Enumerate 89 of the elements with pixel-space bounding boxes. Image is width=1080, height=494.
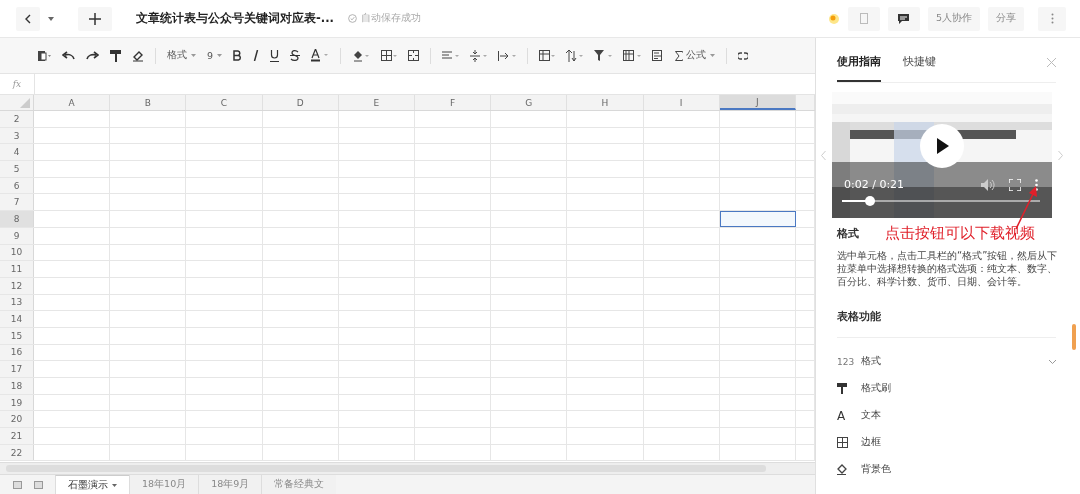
check-circle-icon [347, 14, 357, 23]
caret-icon [191, 54, 196, 57]
column-header[interactable]: E [338, 95, 415, 110]
more-icon[interactable] [1035, 178, 1038, 191]
panel-tab[interactable]: 使用指南 [837, 42, 881, 82]
column-header[interactable]: I [643, 95, 720, 110]
row-header[interactable]: 7 [0, 194, 34, 211]
save-status: 自动保存成功 [360, 12, 421, 25]
section-title: 格式 [837, 226, 859, 241]
font-color-icon[interactable] [311, 49, 330, 62]
freeze-icon[interactable] [623, 50, 642, 61]
sort-icon[interactable] [566, 49, 584, 62]
feature-item[interactable]: 格式刷 [837, 375, 1056, 402]
comment-icon[interactable] [887, 6, 920, 31]
undo-icon[interactable] [62, 51, 75, 60]
number-format-icon: 123 [837, 356, 855, 367]
features-title: 表格功能 [837, 310, 882, 324]
caret-icon [710, 54, 716, 57]
column-header[interactable]: B [110, 95, 187, 110]
text-wrap-icon[interactable] [498, 50, 517, 61]
caret-icon [112, 483, 117, 487]
video-progress-handle[interactable] [864, 196, 875, 206]
row-header[interactable]: 4 [0, 144, 34, 161]
format-dropdown[interactable]: 格式 [167, 49, 196, 62]
sheet-add-icon[interactable] [34, 480, 43, 489]
document-title: 文章统计表与公众号关键词对应表-... [136, 11, 334, 26]
column-header[interactable]: A [34, 95, 111, 110]
fullscreen-icon[interactable] [1009, 178, 1021, 191]
table-icon[interactable] [539, 50, 556, 61]
vertical-scrollbar[interactable] [1072, 324, 1076, 350]
column-header[interactable]: G [491, 95, 568, 110]
caret-icon[interactable] [48, 16, 54, 21]
italic-icon[interactable] [253, 50, 260, 61]
column-header[interactable]: H [567, 95, 644, 110]
fill-color-icon[interactable] [352, 49, 371, 62]
description-text: 选中单元格，点击工具栏的“格式”按钮，然后从下拉菜单中选择想转换的格式选项：纯文本、数字、百分比、科学计数、货币、日期、会计等。 [837, 249, 1059, 288]
sheet-tab[interactable]: 石墨演示 [55, 475, 129, 494]
feature-item[interactable]: 123 格式 [837, 348, 1056, 375]
volume-icon[interactable] [981, 178, 995, 191]
row-header[interactable]: 17 [0, 361, 34, 377]
merge-cells-icon[interactable] [408, 50, 420, 61]
paste-icon[interactable] [37, 49, 51, 62]
new-button[interactable] [78, 6, 112, 31]
row-header[interactable]: 14 [0, 311, 34, 327]
play-button[interactable] [920, 124, 964, 168]
row-header[interactable]: 18 [0, 378, 34, 394]
collaborators-button[interactable]: 5人协作 [927, 6, 980, 31]
feature-item[interactable]: 背景色 [837, 456, 1056, 483]
underline-icon[interactable] [270, 49, 280, 62]
feature-item[interactable]: 边框 [837, 429, 1056, 456]
filter-icon[interactable] [594, 50, 613, 61]
row-header[interactable]: 2 [0, 111, 34, 127]
column-header[interactable]: F [414, 95, 492, 110]
row-header[interactable]: 8 [0, 211, 34, 227]
redo-icon[interactable] [86, 51, 99, 60]
bold-icon[interactable] [233, 50, 243, 61]
video-time: 0:02 / 0:21 [844, 178, 905, 191]
plus-icon [89, 12, 101, 25]
formula-label: fx [0, 74, 35, 94]
text-icon: A [837, 408, 846, 423]
selected-cell[interactable] [719, 211, 796, 227]
eraser-icon[interactable] [132, 49, 144, 62]
feature-item[interactable]: A 文本 [837, 402, 1056, 429]
column-header[interactable]: C [186, 95, 263, 110]
link-icon[interactable] [738, 51, 749, 60]
caret-icon [217, 54, 223, 57]
font-size-dropdown[interactable]: 9 [207, 50, 223, 61]
annotation-text: 点击按钮可以下载视频 [885, 224, 1035, 243]
sheet-list-icon[interactable] [13, 480, 22, 489]
sigma-icon [675, 50, 684, 61]
column-header[interactable]: J [719, 95, 796, 110]
formula-dropdown[interactable]: 公式 [675, 49, 716, 62]
chevron-icon[interactable] [1049, 359, 1056, 364]
strikethrough-icon[interactable] [290, 50, 301, 61]
column-header[interactable]: D [262, 95, 339, 110]
format-painter-icon [837, 383, 847, 394]
row-header[interactable]: 21 [0, 428, 34, 444]
border-icon[interactable] [381, 50, 398, 61]
row-header[interactable]: 5 [0, 161, 34, 177]
vertical-align-icon[interactable] [470, 49, 488, 62]
panel-tab[interactable]: 快捷键 [903, 42, 936, 82]
row-header[interactable]: 20 [0, 411, 34, 428]
share-button[interactable]: 分享 [988, 6, 1024, 31]
format-painter-icon[interactable] [110, 49, 121, 62]
chart-icon[interactable] [652, 50, 665, 61]
back-button[interactable] [16, 6, 40, 31]
row-header[interactable]: 11 [0, 261, 34, 277]
border-icon [837, 437, 848, 448]
fill-color-icon [837, 464, 849, 475]
